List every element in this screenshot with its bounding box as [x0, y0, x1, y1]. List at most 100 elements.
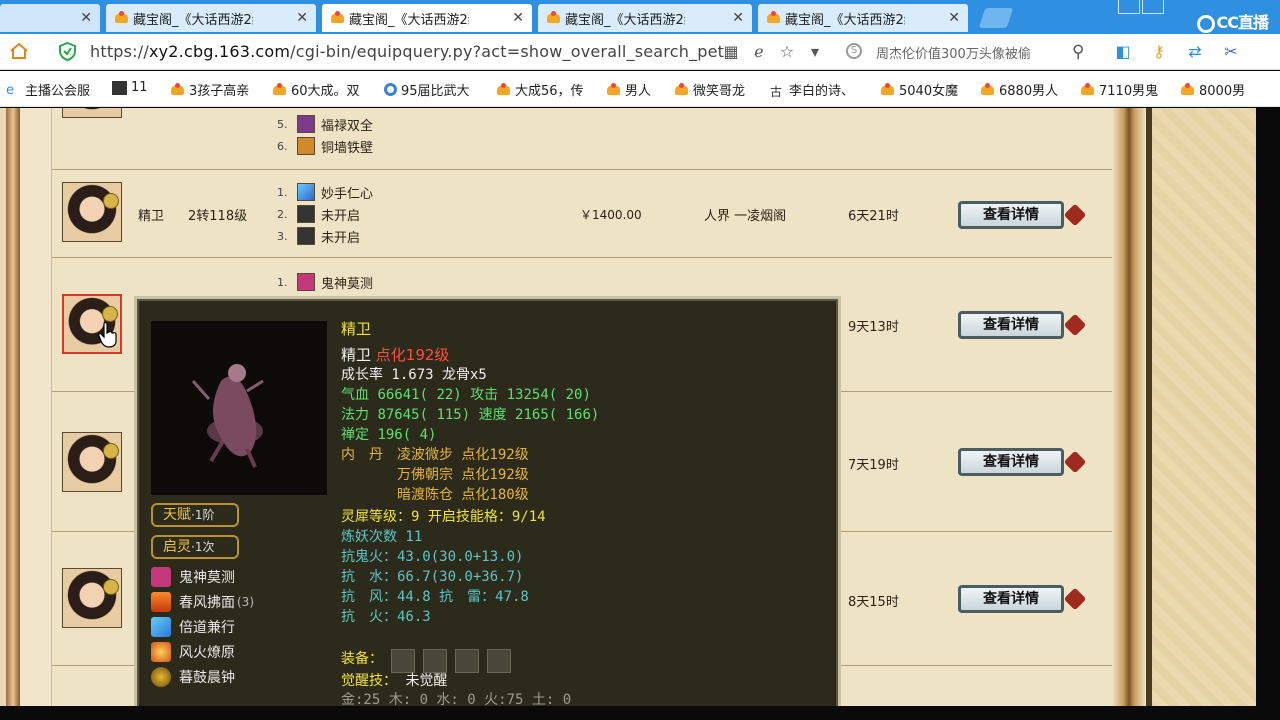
skill-number: 1. — [277, 185, 288, 199]
browser-tab-1[interactable]: 藏宝阁_《大话西游2经典 ✕ — [106, 4, 316, 32]
extension-icon[interactable]: ◧ — [1114, 43, 1132, 61]
mp-value: 87645( 115) — [377, 407, 471, 423]
browser-tab-3[interactable]: 藏宝阁_《大话西游2经典 ✕ — [538, 4, 752, 32]
skill-name: 春风拂面 — [179, 595, 235, 611]
equip-slot[interactable] — [487, 649, 511, 673]
bookmark-item[interactable]: 男人 — [606, 80, 651, 99]
bookmark-item[interactable]: 6880男人 — [980, 80, 1058, 99]
bell-skill-icon — [151, 667, 171, 687]
tab-close-icon[interactable]: ✕ — [948, 10, 960, 26]
bookmark-item[interactable]: 微笑哥龙 — [674, 80, 745, 99]
view-details-button[interactable]: 查看详情 — [958, 311, 1064, 339]
window-restore-button[interactable] — [1142, 0, 1164, 14]
crown-icon — [606, 82, 621, 97]
atk-label: 攻击 — [470, 387, 499, 403]
pet-avatar[interactable] — [62, 568, 122, 628]
skill-item: 2. 未开启 — [277, 204, 360, 224]
view-details-button[interactable]: 查看详情 — [958, 201, 1064, 229]
talent-value: ·1阶 — [191, 508, 215, 522]
spring-wind-skill-icon — [151, 592, 171, 612]
time-left: 6天21时 — [848, 209, 899, 224]
bookmark-item[interactable]: 3孩子高亲 — [170, 80, 249, 99]
pet-level: 点化192级 — [375, 346, 450, 364]
equip-slot[interactable] — [423, 649, 447, 673]
pet-avatar[interactable] — [62, 182, 122, 242]
search-engine-icon[interactable]: S — [846, 43, 862, 59]
bookmark-item[interactable]: 8000男 — [1180, 80, 1245, 99]
skill-number: 3. — [277, 229, 288, 243]
bottom-black-bar — [0, 706, 1280, 720]
time-left: 8天15时 — [848, 595, 899, 610]
tab-favicon-icon — [114, 11, 128, 25]
bookmark-item[interactable]: 7110男鬼 — [1080, 80, 1158, 99]
home-icon[interactable] — [10, 43, 28, 59]
new-tab-button[interactable] — [978, 8, 1014, 28]
favorite-star-icon[interactable]: ☆ — [778, 43, 796, 61]
zen-label: 禅定 — [341, 427, 369, 443]
browser-tab-0[interactable]: ✕ — [0, 4, 100, 32]
mp-spd-line: 法力 87645( 115) 速度 2165( 166) — [341, 405, 599, 425]
qr-code-icon[interactable]: ▦ — [722, 43, 740, 61]
screen: ✕ 藏宝阁_《大话西游2经典 ✕ 藏宝阁_《大话西游2经典 ✕ 藏宝阁_《大话西… — [0, 0, 1280, 720]
pet-avatar[interactable] — [62, 108, 122, 118]
bookmark-item[interactable]: 11 — [112, 80, 148, 95]
equip-label: 装备： — [341, 651, 383, 667]
spd-value: 2165( 166) — [515, 407, 600, 423]
bookmark-item[interactable]: e 主播公会服 — [6, 80, 90, 100]
crown-icon — [170, 82, 185, 97]
bookmark-label: 李白的诗、 — [789, 84, 855, 99]
bookmark-item[interactable]: 古李白的诗、 — [770, 80, 854, 99]
skill-name: 暮鼓晨钟 — [179, 670, 235, 686]
skill-name: 未开启 — [321, 230, 361, 246]
equip-slot[interactable] — [455, 649, 479, 673]
pet-avatar[interactable] — [62, 432, 122, 492]
skill-name: 鬼神莫测 — [179, 570, 235, 586]
hp-label: 气血 — [341, 387, 369, 403]
skill-name: 风火燎原 — [179, 645, 235, 661]
awaken-label: 觉醒技： — [341, 673, 397, 689]
url-dropdown-icon[interactable]: ▾ — [806, 43, 824, 61]
tooltip-skill: 倍道兼行 — [151, 616, 235, 638]
mp-label: 法力 — [341, 407, 369, 423]
bookmark-item[interactable]: 95届比武大 — [384, 80, 470, 99]
screenshot-scissors-icon[interactable]: ✂ — [1222, 43, 1240, 61]
translate-icon[interactable]: ⇄ — [1186, 43, 1204, 61]
equip-slot[interactable] — [391, 649, 415, 673]
bookmark-item[interactable]: 大成56，传 — [496, 80, 584, 99]
awaken-value: 未觉醒 — [405, 673, 448, 689]
skill-fortune-icon — [297, 115, 315, 133]
tab-close-icon[interactable]: ✕ — [80, 10, 92, 26]
ie-icon: e — [6, 82, 14, 98]
skill-item: 1. 妙手仁心 — [277, 182, 373, 202]
resist-water: 抗 水：66.7(30.0+36.7) — [341, 569, 524, 585]
skill-count: (3) — [237, 595, 254, 609]
listing-row: 精卫 2转118级 1. 妙手仁心 2. 未开启 3. 未开启 ￥1400.00 人界… — [52, 170, 1112, 258]
view-details-button[interactable]: 查看详情 — [958, 448, 1064, 476]
pet-name: 精卫 — [138, 209, 165, 224]
browser-tab-4[interactable]: 藏宝阁_《大话西游2经典 ✕ — [758, 4, 968, 32]
tab-close-icon[interactable]: ✕ — [512, 10, 524, 26]
search-box[interactable]: S 周杰伦价值300万头像被偷 ⚲ — [840, 39, 1098, 65]
bookmark-item[interactable]: 60大成。双 — [272, 80, 360, 99]
tab-close-icon[interactable]: ✕ — [296, 10, 308, 26]
crown-icon — [1180, 82, 1195, 97]
view-details-button[interactable]: 查看详情 — [958, 585, 1064, 613]
cc-ring-icon — [1196, 14, 1215, 33]
url-path: /cgi-bin/equipquery.py?act=show_overall_… — [290, 42, 725, 61]
search-icon[interactable]: ⚲ — [1072, 42, 1084, 62]
bookmark-item[interactable]: 5040女魔 — [880, 80, 958, 99]
neidan-item: 暗渡陈仓 点化180级 — [397, 487, 529, 503]
avatar-ornament-icon — [103, 443, 119, 459]
resist-wind-thunder: 抗 风：44.8 抗 雷：47.8 — [341, 589, 529, 605]
key-icon[interactable]: ⚷ — [1150, 43, 1168, 61]
skill-number: 2. — [277, 207, 288, 221]
bookmark-label: 95届比武大 — [401, 84, 470, 99]
secure-shield-icon[interactable] — [59, 42, 76, 61]
browser-tab-2[interactable]: 藏宝阁_《大话西游2经典 ✕ — [322, 4, 532, 32]
tab-close-icon[interactable]: ✕ — [732, 10, 744, 26]
url-field[interactable]: https://xy2.cbg.163.com/cgi-bin/equipque… — [90, 42, 724, 61]
tab-title: 藏宝阁_《大话西游2经典 — [565, 12, 685, 28]
compat-mode-icon[interactable]: ℯ — [750, 43, 768, 61]
window-minimize-button[interactable] — [1118, 0, 1140, 14]
lingxi-level: 灵犀等级：9 开启技能格：9/14 — [341, 509, 546, 525]
